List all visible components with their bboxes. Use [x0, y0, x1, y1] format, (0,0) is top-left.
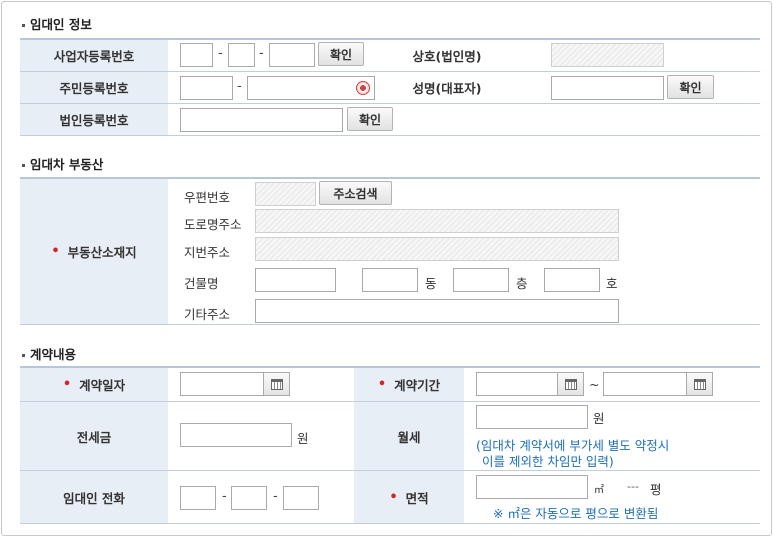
biz-reg-confirm-button[interactable]: 확인 [318, 42, 364, 66]
dash: - [222, 489, 227, 504]
period-end-input[interactable] [603, 372, 687, 396]
corp-reg-confirm-button[interactable]: 확인 [347, 107, 393, 131]
divider [20, 324, 760, 325]
corp-reg-input[interactable] [180, 108, 343, 132]
pyeong-unit: 평 [650, 482, 662, 497]
biz-reg-input-2[interactable] [228, 43, 255, 67]
monthly-note-line-2: 이를 제외한 차임만 입력) [482, 454, 614, 469]
label-area: • 면적 [354, 471, 464, 523]
label-contract-date: • 계약일자 [20, 368, 168, 401]
divider [20, 135, 760, 136]
section-title-contract: 계약내용 [22, 344, 76, 363]
other-address-input[interactable] [255, 299, 619, 323]
label-floor: 층 [516, 276, 528, 291]
dash: - [237, 79, 242, 94]
pyeong-value: --- [627, 480, 639, 493]
section-title-property: 임대차 부동산 [22, 154, 103, 173]
label-corp-reg: 법인등록번호 [20, 104, 168, 135]
label-location: • 부동산소재지 [20, 179, 168, 324]
label-monthly-rent: 월세 [354, 402, 464, 470]
section-title-lessor: 임대인 정보 [22, 14, 92, 33]
trade-name-input [551, 43, 664, 67]
label-deposit: 전세금 [20, 402, 168, 470]
lot-address-input [255, 237, 619, 261]
phone-input-2[interactable] [231, 486, 267, 510]
won-unit: 원 [297, 431, 309, 446]
area-input[interactable] [476, 475, 588, 499]
resident-reg-input-1[interactable] [180, 76, 233, 100]
label-contract-period: • 계약기간 [354, 368, 464, 401]
sqm-unit: ㎡ [594, 485, 604, 496]
name-confirm-button[interactable]: 확인 [667, 75, 714, 99]
won-unit: 원 [593, 411, 605, 426]
label-building: 건물명 [184, 276, 219, 291]
label-resident-reg: 주민등록번호 [20, 72, 168, 103]
name-input[interactable] [551, 76, 664, 100]
floor-input[interactable] [453, 268, 509, 292]
period-start-input[interactable] [476, 372, 558, 396]
calendar-icon[interactable] [687, 372, 713, 396]
label-name: 성명(대표자) [382, 72, 512, 103]
building-input[interactable] [255, 268, 336, 292]
ho-input[interactable] [544, 268, 600, 292]
label-lot-address: 지번주소 [184, 245, 231, 260]
divider [20, 523, 760, 524]
label-road-address: 도로명주소 [184, 217, 242, 232]
address-search-button[interactable]: 주소검색 [319, 181, 392, 205]
period-separator: ~ [589, 377, 600, 392]
area-note: ※ ㎡은 자동으로 평으로 변환됨 [493, 506, 659, 521]
dong-input[interactable] [362, 268, 418, 292]
label-trade-name: 상호(법인명) [382, 40, 512, 71]
contract-date-input[interactable] [180, 372, 264, 396]
deposit-input[interactable] [180, 423, 292, 447]
road-address-input [255, 209, 619, 233]
dash: - [259, 46, 264, 61]
label-other-address: 기타주소 [184, 307, 231, 322]
show-password-icon[interactable] [356, 81, 370, 95]
label-lessor-phone: 임대인 전화 [20, 471, 168, 523]
calendar-icon[interactable] [558, 372, 584, 396]
dash: - [218, 46, 223, 61]
label-biz-reg: 사업자등록번호 [20, 40, 168, 71]
zip-input [255, 182, 316, 206]
monthly-rent-input[interactable] [476, 405, 588, 429]
phone-input-1[interactable] [180, 486, 216, 510]
label-dong: 동 [425, 276, 437, 291]
dash: - [273, 489, 278, 504]
phone-input-3[interactable] [283, 486, 319, 510]
label-ho: 호 [606, 276, 618, 291]
biz-reg-input-1[interactable] [180, 43, 213, 67]
monthly-note-line-1: (임대차 계약서에 부가세 별도 약정시 [476, 438, 670, 453]
biz-reg-input-3[interactable] [269, 43, 315, 67]
label-zip: 우편번호 [184, 190, 231, 205]
calendar-icon[interactable] [264, 372, 290, 396]
